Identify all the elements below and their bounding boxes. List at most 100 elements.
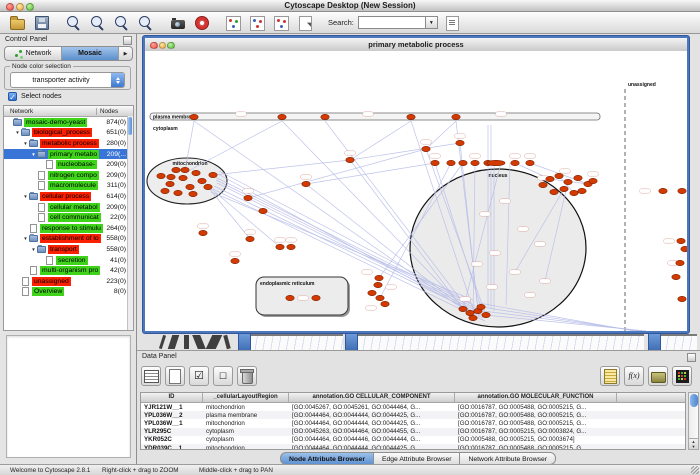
expander-icon[interactable]: ▼ (22, 194, 29, 199)
graph-node[interactable] (198, 178, 206, 183)
graph-node[interactable] (526, 160, 534, 165)
graph-node[interactable] (459, 306, 467, 311)
tree-row[interactable]: macromolecule311(0) (4, 181, 133, 192)
graph-node[interactable] (246, 236, 254, 241)
data-panel-float-icon[interactable] (687, 353, 696, 362)
graph-node[interactable] (471, 160, 479, 165)
resize-grip[interactable] (691, 466, 699, 474)
table-col-header[interactable]: ID (141, 393, 203, 402)
function-builder-button[interactable]: f(x) (624, 366, 644, 386)
graph-node[interactable] (157, 173, 165, 178)
graph-node[interactable] (578, 188, 586, 193)
table-row[interactable]: YPL036W__2plasma membrane[GO:0044464, GO… (141, 411, 685, 419)
graph-node[interactable] (469, 315, 477, 320)
tree-col-network[interactable]: Network (4, 108, 96, 115)
tree-row[interactable]: nucleobase-209(0) (4, 159, 133, 170)
zoom-selected-button[interactable]: ▫ (136, 13, 155, 32)
graph-node[interactable] (672, 274, 680, 279)
graph-node[interactable] (286, 295, 294, 300)
graph-node[interactable] (659, 188, 667, 193)
graph-node[interactable] (276, 244, 284, 249)
tree-row[interactable]: unassigned223(0) (4, 276, 133, 287)
graph-node[interactable] (459, 160, 467, 165)
tree-row[interactable]: multi-organism pro42(0) (4, 265, 133, 276)
expander-icon[interactable]: ▼ (30, 247, 37, 252)
table-scrollbar-arrows[interactable]: ▲▼ (689, 438, 698, 449)
graph-node[interactable] (199, 230, 207, 235)
network-a-button[interactable] (224, 13, 243, 32)
graph-node[interactable] (231, 258, 239, 263)
graph-node[interactable] (466, 310, 474, 315)
show-table-button[interactable] (141, 366, 161, 386)
graph-node[interactable] (539, 182, 547, 187)
graph-node[interactable] (376, 295, 384, 300)
table-scrollbar[interactable]: ▲▼ (688, 392, 699, 450)
table-col-header[interactable]: annotation.GO MOLECULAR_FUNCTION (455, 393, 617, 402)
graph-node[interactable] (278, 114, 286, 119)
zoom-fit-button[interactable]: ◻ (112, 13, 131, 32)
graph-node[interactable] (302, 181, 310, 186)
network-graph[interactable]: plasma membranecytoplasmnucleusmitochond… (145, 51, 687, 331)
tree-row[interactable]: response to stimulu264(0) (4, 223, 133, 234)
search-options-button[interactable] (443, 13, 462, 32)
graph-node[interactable] (181, 167, 189, 172)
graph-node[interactable] (321, 114, 329, 119)
graph-node[interactable] (190, 114, 198, 119)
graph-node[interactable] (244, 195, 252, 200)
tree-row[interactable]: cell communicat22(0) (4, 212, 133, 223)
tree-row[interactable]: cellular metabol209(0) (4, 202, 133, 213)
annotation-button[interactable] (296, 13, 315, 32)
open-file-button[interactable] (8, 13, 27, 32)
graph-node[interactable] (452, 114, 460, 119)
graph-node[interactable] (407, 114, 415, 119)
graph-node[interactable] (678, 296, 686, 301)
graph-node[interactable] (161, 188, 169, 193)
graph-node[interactable] (482, 312, 490, 317)
graph-node[interactable] (456, 140, 464, 145)
graph-node[interactable] (259, 208, 267, 213)
expander-icon[interactable]: ▼ (22, 141, 29, 146)
tree-row[interactable]: ▼cellular process614(0) (4, 191, 133, 202)
table-col-header[interactable]: _cellularLayoutRegion (203, 393, 289, 402)
graph-node[interactable] (550, 189, 558, 194)
tree-row[interactable]: nitrogen compo209(0) (4, 170, 133, 181)
network-c-button[interactable] (272, 13, 291, 32)
expander-icon[interactable]: ▼ (30, 152, 37, 157)
graph-node[interactable] (487, 160, 505, 165)
graph-node[interactable] (681, 246, 687, 251)
tree-scrollbar-thumb[interactable] (128, 117, 132, 135)
table-row[interactable]: YLR295Ccytoplasm[GO:0045263, GO:0044464,… (141, 428, 685, 436)
import-attributes-button[interactable] (648, 366, 668, 386)
graph-node[interactable] (287, 244, 295, 249)
search-input[interactable] (358, 16, 426, 29)
network-view-titlebar[interactable]: primary metabolic process (145, 38, 687, 52)
table-scrollbar-thumb[interactable] (690, 394, 698, 407)
graph-node[interactable] (368, 290, 376, 295)
tree-row[interactable]: ▼metabolic process280(0) (4, 138, 133, 149)
graph-node[interactable] (167, 174, 175, 179)
table-row[interactable]: YKR052Ccytoplasm[GO:0044464, GO:0044446,… (141, 436, 685, 444)
expander-icon[interactable]: ▼ (14, 130, 21, 135)
graph-node[interactable] (677, 238, 685, 243)
graph-node[interactable] (204, 184, 212, 189)
graph-node[interactable] (477, 304, 485, 309)
help-ring-button[interactable] (192, 13, 211, 32)
tree-row[interactable]: ▼primary metabo209(... (4, 149, 133, 160)
tree-row[interactable]: Overview8(0) (4, 287, 133, 298)
attribute-list-button[interactable] (600, 366, 620, 386)
matrix-view-button[interactable] (672, 366, 692, 386)
unselect-attributes-button[interactable]: ☐ (213, 366, 233, 386)
graph-node[interactable] (192, 170, 200, 175)
graph-node[interactable] (431, 160, 439, 165)
expander-icon[interactable]: ▼ (22, 236, 29, 241)
graph-node[interactable] (422, 146, 430, 151)
tree-row[interactable]: secretion41(0) (4, 255, 133, 266)
control-panel-float-icon[interactable] (123, 36, 132, 45)
network-canvas[interactable]: plasma membranecytoplasmnucleusmitochond… (145, 51, 687, 331)
graph-node[interactable] (374, 282, 382, 287)
delete-attribute-button[interactable] (237, 366, 257, 386)
graph-node[interactable] (179, 175, 187, 180)
zoom-in-button[interactable]: + (88, 13, 107, 32)
graph-node[interactable] (172, 167, 180, 172)
zoom-out-button[interactable]: − (64, 13, 83, 32)
